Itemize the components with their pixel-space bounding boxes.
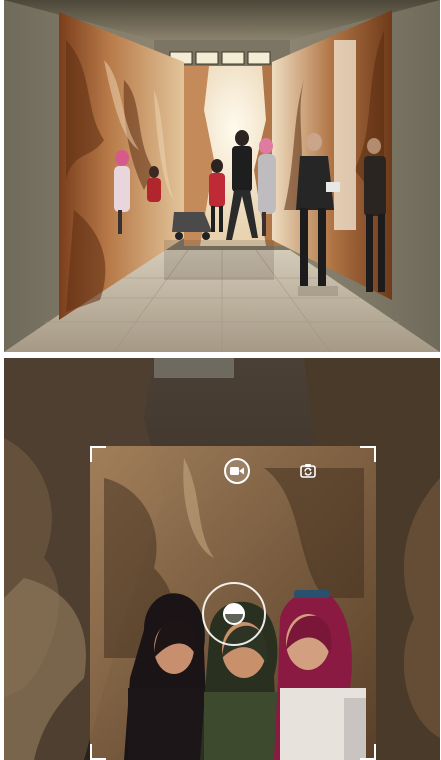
corridor-illustration [4, 0, 440, 352]
viewfinder-corner-top-left [90, 446, 106, 462]
shutter-icon [223, 603, 245, 625]
camera-viewfinder[interactable] [90, 446, 376, 760]
corridor-rendering [4, 0, 440, 352]
video-mode-button[interactable] [224, 458, 250, 484]
switch-camera-button[interactable] [296, 459, 320, 483]
screenshot [0, 0, 441, 760]
shutter-button[interactable] [202, 582, 266, 646]
camera-preview [4, 358, 440, 760]
video-camera-icon [230, 467, 244, 475]
viewfinder-corner-bottom-left [90, 744, 106, 760]
switch-camera-icon [300, 464, 316, 478]
viewfinder-corner-top-right [360, 446, 376, 462]
viewfinder-corner-bottom-right [360, 744, 376, 760]
